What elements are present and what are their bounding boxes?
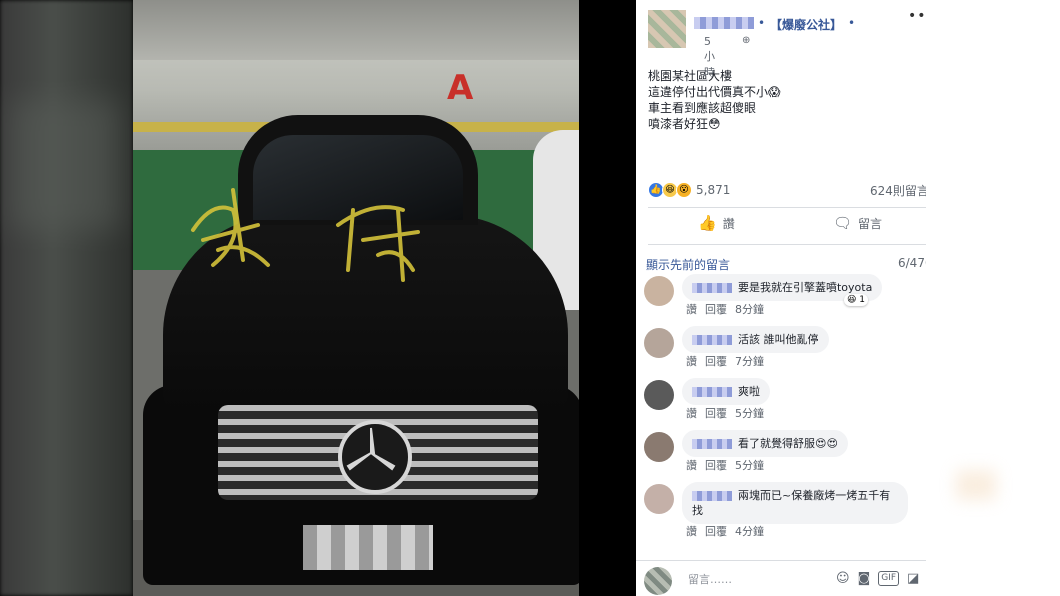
- post-photo[interactable]: A 亂停: [133, 0, 579, 596]
- divider: [648, 207, 926, 208]
- background-right: [926, 0, 1060, 596]
- comment-reply-link[interactable]: 回覆: [705, 525, 727, 538]
- post-text: 桃園某社區大樓 這違停付出代價真不小😱 車主看到應該超傻眼 噴漆者好狂😳: [648, 68, 781, 132]
- comment-actions: 讚回覆 5分鐘: [686, 457, 772, 473]
- comment-reply-link[interactable]: 回覆: [705, 407, 727, 420]
- emoji-icon[interactable]: ☺: [836, 571, 850, 586]
- avatar[interactable]: [644, 328, 674, 358]
- page-name[interactable]: 【爆廢公社】: [770, 16, 842, 33]
- avatar[interactable]: [644, 276, 674, 306]
- parking-ceiling: [133, 0, 579, 60]
- reaction-summary[interactable]: 👍 😆 😮 5,871: [648, 182, 730, 198]
- comment-bubble: 兩塊而已~保養廠烤一烤五千有找: [682, 482, 908, 524]
- poster-name-blurred[interactable]: [694, 17, 754, 29]
- comment-count[interactable]: 624則留言: [870, 182, 926, 199]
- car-emblem: [338, 420, 412, 494]
- commenter-name-blurred[interactable]: [692, 335, 732, 345]
- comment-like-link[interactable]: 讚: [686, 407, 697, 420]
- avatar[interactable]: [644, 432, 674, 462]
- license-plate-blurred: [303, 525, 433, 570]
- action-bar: 👍 讚 🗨 留言: [648, 214, 926, 240]
- separator-dot: •: [848, 16, 856, 30]
- post-line: 噴漆者好狂😳: [648, 117, 721, 131]
- comment-label: 留言: [858, 216, 883, 231]
- sticker-icon[interactable]: ◪: [907, 571, 919, 586]
- gif-icon[interactable]: GIF: [878, 571, 899, 586]
- comment-composer: 留言…… ☺ ◙ GIF ◪: [636, 560, 926, 596]
- globe-icon: ⊕: [742, 35, 751, 46]
- comment-reply-link[interactable]: 回覆: [705, 303, 727, 316]
- comment-actions: 讚回覆 8分鐘: [686, 301, 772, 317]
- post-line: 桃園某社區大樓: [648, 69, 733, 83]
- stall-letter: A: [447, 68, 474, 108]
- camera-icon[interactable]: ◙: [858, 571, 871, 586]
- post-line: 車主看到應該超傻眼: [648, 101, 757, 115]
- comment-text: 爽啦: [738, 385, 760, 398]
- comment-bubble: 活該 誰叫他亂停: [682, 326, 829, 353]
- comment-reply-link[interactable]: 回覆: [705, 459, 727, 472]
- graffiti-paint: 亂停: [173, 170, 420, 282]
- comment-actions: 讚回覆 5分鐘: [686, 405, 772, 421]
- comment-text: 要是我就在引擎蓋噴toyota: [738, 281, 873, 294]
- lightbox-gap: [579, 0, 636, 596]
- commenter-name-blurred[interactable]: [692, 387, 732, 397]
- graffiti-text: 亂停: [173, 170, 175, 171]
- avatar[interactable]: [644, 484, 674, 514]
- comments-shown-count: 6/470: [898, 256, 926, 270]
- comment-time[interactable]: 4分鐘: [735, 525, 764, 538]
- comment-like-link[interactable]: 讚: [686, 303, 697, 316]
- post-sidebar: • 【爆廢公社】 • 5小時 ⊕ ••• 桃園某社區大樓 這違停付出代價真不小😱…: [636, 0, 926, 596]
- comment-like-link[interactable]: 讚: [686, 355, 697, 368]
- commenter-name-blurred[interactable]: [692, 283, 732, 293]
- comment-actions: 讚回覆 4分鐘: [686, 523, 772, 539]
- avatar[interactable]: [644, 380, 674, 410]
- blurred-background-left: [0, 0, 133, 596]
- comment-time[interactable]: 8分鐘: [735, 303, 764, 316]
- composer-icons: ☺ ◙ GIF ◪: [836, 571, 919, 586]
- comment-time[interactable]: 5分鐘: [735, 407, 764, 420]
- post-line: 這違停付出代價真不小😱: [648, 85, 781, 99]
- commenter-name-blurred[interactable]: [692, 491, 732, 501]
- comment-reply-link[interactable]: 回覆: [705, 355, 727, 368]
- divider: [648, 244, 926, 245]
- separator-dot: •: [758, 16, 766, 30]
- avatar[interactable]: [648, 10, 686, 48]
- comment-actions: 讚回覆 7分鐘: [686, 353, 772, 369]
- like-label: 讚: [722, 216, 735, 231]
- comment-bubble: 看了就覺得舒服😍😍: [682, 430, 848, 457]
- comment-text: 看了就覺得舒服😍😍: [738, 437, 838, 450]
- comment-time[interactable]: 5分鐘: [735, 459, 764, 472]
- thumbs-up-icon: 👍: [698, 214, 717, 232]
- comment-time[interactable]: 7分鐘: [735, 355, 764, 368]
- like-button[interactable]: 👍 讚: [698, 214, 735, 232]
- comment-button[interactable]: 🗨 留言: [833, 214, 882, 232]
- emblem-star-icon: [346, 427, 396, 471]
- comment-like-link[interactable]: 讚: [686, 459, 697, 472]
- reaction-count: 5,871: [696, 183, 731, 197]
- more-icon[interactable]: •••: [908, 8, 926, 24]
- comment-bubble: 爽啦: [682, 378, 770, 405]
- comment-text: 活該 誰叫他亂停: [738, 333, 819, 346]
- comment-reaction-badge[interactable]: 😆 1: [844, 294, 868, 306]
- comment-like-link[interactable]: 讚: [686, 525, 697, 538]
- wow-reaction-icon: 😮: [676, 182, 692, 198]
- show-previous-comments[interactable]: 顯示先前的留言: [646, 256, 730, 273]
- avatar: [644, 567, 672, 595]
- commenter-name-blurred[interactable]: [692, 439, 732, 449]
- comment-icon: 🗨: [833, 214, 853, 232]
- comment-input[interactable]: 留言……: [688, 571, 732, 587]
